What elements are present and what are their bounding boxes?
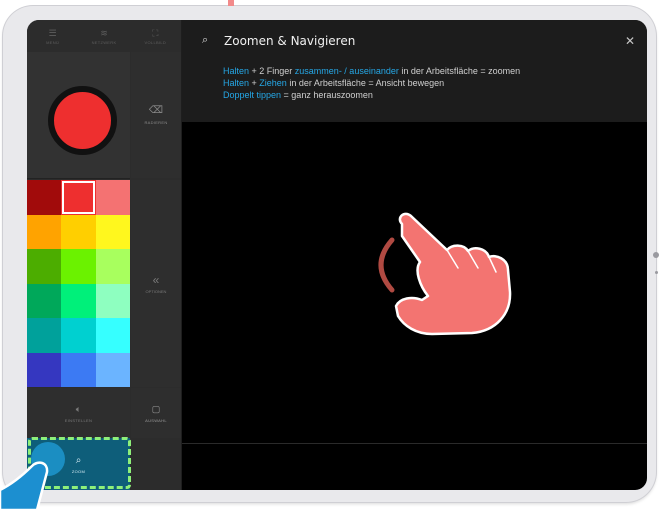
nav-menu-label: MENÜ: [46, 39, 60, 45]
select-label: AUSWAHL: [145, 417, 167, 423]
color-swatch[interactable]: [61, 318, 96, 353]
sensor-dot: [655, 271, 658, 274]
palette-options-label: OPTIONEN: [145, 289, 167, 294]
hint-title: Zoomen & Navigieren: [224, 34, 356, 48]
top-marker: [228, 0, 234, 6]
camera-dot: [653, 252, 659, 258]
color-swatch[interactable]: [61, 214, 96, 249]
hint-text: in der Arbeitsfläche = Ansicht bewegen: [286, 78, 445, 88]
sidebar: ☰ MENÜ ≋ NETZWERK ⛶ VOLLBILD ⌫ RADIEREN …: [27, 20, 182, 490]
chevron-left-double-icon: «: [152, 273, 160, 287]
hint-text: in der Arbeitsfläche = zoomen: [398, 66, 521, 76]
color-swatch[interactable]: [95, 283, 130, 318]
hint-text: + 2 Finger: [249, 66, 295, 76]
empty-tool-slot: [131, 438, 181, 490]
top-nav: ☰ MENÜ ≋ NETZWERK ⛶ VOLLBILD: [27, 20, 181, 52]
hint-text: = ganz herauszoomen: [281, 90, 373, 100]
volume-label: EINSTELLEN: [64, 417, 93, 423]
eraser-button[interactable]: ⌫ RADIEREN: [131, 52, 181, 178]
eraser-icon: ⌫: [148, 105, 164, 116]
hint-line-pan: Halten + Ziehen in der Arbeitsfläche = A…: [223, 78, 444, 88]
hint-keyword: zusammen- / auseinander: [294, 66, 399, 76]
zoom-hint-panel: ⌕ Zoomen & Navigieren ✕ Halten + 2 Finge…: [182, 20, 647, 122]
nav-menu[interactable]: ☰ MENÜ: [27, 20, 78, 52]
nav-network[interactable]: ≋ NETZWERK: [78, 20, 129, 52]
network-icon: ≋: [100, 27, 108, 38]
volume-button[interactable]: 🔈︎ EINSTELLEN: [27, 388, 130, 438]
color-swatch[interactable]: [27, 352, 62, 387]
hint-line-reset: Doppelt tippen = ganz herauszoomen: [223, 90, 373, 100]
canvas-divider: [182, 443, 647, 444]
nav-fullscreen[interactable]: ⛶ VOLLBILD: [130, 20, 181, 52]
hint-line-zoom: Halten + 2 Finger zusammen- / auseinande…: [223, 66, 520, 76]
color-swatch[interactable]: [27, 283, 62, 318]
color-swatch[interactable]: [95, 352, 130, 387]
close-icon[interactable]: ✕: [625, 34, 635, 48]
color-swatch[interactable]: [27, 214, 62, 249]
color-swatch[interactable]: [27, 249, 62, 284]
color-palette: [27, 180, 130, 387]
color-swatch[interactable]: [61, 249, 96, 284]
select-button[interactable]: ▢ AUSWAHL: [131, 388, 181, 438]
speaker-icon: 🔈︎: [75, 403, 82, 414]
search-icon: ⌕: [202, 34, 209, 46]
eraser-label: RADIEREN: [144, 120, 168, 125]
current-color-dot[interactable]: [48, 86, 117, 155]
hint-keyword: Halten: [223, 66, 250, 76]
menu-icon: ☰: [48, 27, 57, 38]
palette-options-button[interactable]: « OPTIONEN: [131, 180, 181, 387]
fullscreen-icon: ⛶: [152, 27, 159, 38]
color-swatch[interactable]: [61, 180, 96, 215]
hint-keyword: Halten: [223, 78, 250, 88]
hint-text: +: [249, 78, 260, 88]
app-screen: ☰ MENÜ ≋ NETZWERK ⛶ VOLLBILD ⌫ RADIEREN …: [27, 20, 647, 490]
select-square-icon: ▢: [151, 403, 161, 414]
bottom-tools: 🔈︎ EINSTELLEN ▢ AUSWAHL: [27, 388, 181, 438]
nav-network-label: NETZWERK: [91, 39, 117, 45]
color-swatch[interactable]: [95, 249, 130, 284]
color-swatch[interactable]: [27, 318, 62, 353]
hint-keyword: Doppelt tippen: [223, 90, 282, 100]
nav-fullscreen-label: VOLLBILD: [144, 39, 167, 45]
hint-keyword: Ziehen: [259, 78, 287, 88]
color-swatch[interactable]: [61, 283, 96, 318]
current-color-panel[interactable]: [27, 52, 130, 179]
color-swatch[interactable]: [95, 180, 130, 215]
zoom-highlight-frame: [28, 437, 131, 489]
color-swatch[interactable]: [61, 352, 96, 387]
color-swatch[interactable]: [27, 180, 62, 215]
color-swatch[interactable]: [95, 318, 130, 353]
color-swatch[interactable]: [95, 214, 130, 249]
